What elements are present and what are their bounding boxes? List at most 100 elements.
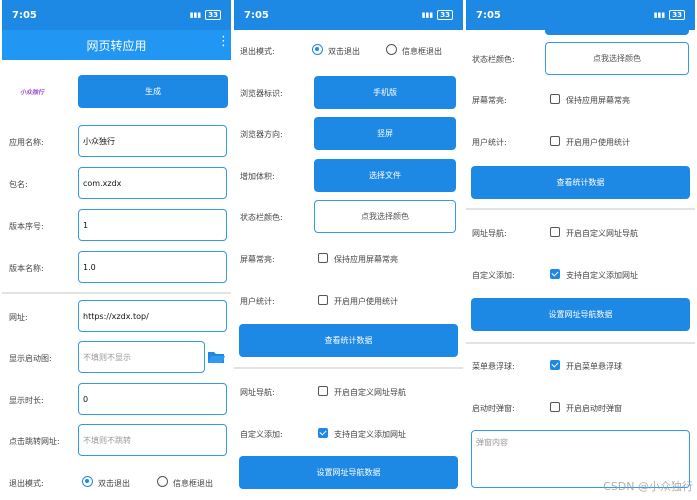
screen-on-label: 屏幕常亮: — [472, 96, 507, 105]
url-nav-text: 开启自定义网址导航 — [334, 388, 406, 397]
exit-mode-label: 退出模式: — [240, 47, 275, 56]
custom-add-label: 自定义添加: — [240, 430, 283, 439]
status-icons: ▮▮▮ 33 — [422, 10, 453, 20]
status-time: 7:05 — [244, 9, 269, 21]
startup-popup-text: 开启启动时弹窗 — [566, 404, 622, 413]
set-nav-data-button[interactable]: 设置网址导航数据 — [239, 456, 458, 489]
user-stats-text: 开启用户使用统计 — [566, 138, 630, 147]
version-name-label: 版本名称: — [9, 264, 44, 273]
orientation-label: 浏览器方向: — [240, 130, 283, 139]
status-bar: 7:05 ▮▮▮ 33 — [466, 0, 695, 30]
panel-2: 7:05 ▮▮▮ 33 退出模式: 双击退出 信息框退出 浏览器标识: 手机版 … — [234, 0, 463, 494]
status-bar: 7:05 ▮▮▮ 33 — [234, 0, 463, 30]
set-nav-data-button[interactable]: 设置网址导航数据 — [471, 298, 690, 331]
duration-label: 显示时长: — [9, 396, 44, 405]
splash-label: 显示启动图: — [9, 354, 52, 363]
signal-icon: ▮▮▮ — [421, 11, 434, 19]
folder-icon[interactable] — [207, 350, 225, 364]
duration-input[interactable]: 0 — [78, 383, 227, 415]
url-nav-text: 开启自定义网址导航 — [566, 229, 638, 238]
url-nav-checkbox[interactable] — [318, 386, 328, 396]
url-input[interactable]: https://xzdx.top/ — [78, 300, 227, 332]
click-url-input[interactable]: 不填则不跳转 — [78, 424, 227, 456]
watermark: CSDN @小众独行 — [603, 480, 693, 493]
status-bar: 7:05 ▮▮▮ 33 — [2, 0, 231, 30]
divider — [234, 367, 463, 369]
divider — [466, 208, 695, 210]
view-stats-button[interactable]: 查看统计数据 — [239, 324, 458, 357]
user-stats-label: 用户统计: — [472, 138, 507, 147]
screen-on-text: 保持应用屏幕常亮 — [334, 255, 398, 264]
user-agent-label: 浏览器标识: — [240, 89, 283, 98]
exit-double-click-text: 双击退出 — [98, 479, 130, 488]
package-input[interactable]: com.xzdx — [78, 167, 227, 199]
custom-add-text: 支持自定义添加网址 — [334, 430, 406, 439]
select-color-button[interactable]: 点我选择颜色 — [545, 42, 689, 75]
screen-on-label: 屏幕常亮: — [240, 255, 275, 264]
startup-popup-checkbox[interactable] — [550, 402, 560, 412]
screen-on-checkbox[interactable] — [550, 94, 560, 104]
battery-icon: 33 — [205, 10, 221, 20]
splash-input[interactable]: 不填则不显示 — [78, 341, 205, 373]
button-top-edge[interactable] — [545, 27, 689, 35]
select-color-button[interactable]: 点我选择颜色 — [314, 200, 456, 233]
user-stats-text: 开启用户使用统计 — [334, 297, 398, 306]
view-stats-button[interactable]: 查看统计数据 — [471, 166, 690, 199]
custom-add-checkbox[interactable] — [318, 428, 328, 438]
panel-1: 7:05 ▮▮▮ 33 网页转应用 ⋮ 小众独行 生成 应用名称: 小众独行 包… — [2, 0, 231, 494]
custom-add-text: 支持自定义添加网址 — [566, 271, 638, 280]
select-file-button[interactable]: 选择文件 — [314, 159, 456, 192]
user-stats-label: 用户统计: — [240, 297, 275, 306]
float-ball-checkbox[interactable] — [550, 360, 560, 370]
user-stats-checkbox[interactable] — [318, 295, 328, 305]
exit-dialog-radio[interactable] — [386, 44, 397, 55]
more-menu-icon[interactable]: ⋮ — [217, 35, 230, 48]
add-size-label: 增加体积: — [240, 172, 275, 181]
float-ball-text: 开启菜单悬浮球 — [566, 362, 622, 371]
startup-popup-label: 启动时弹窗: — [472, 404, 515, 413]
signal-icon: ▮▮▮ — [189, 11, 202, 19]
battery-icon: 33 — [437, 10, 453, 20]
divider — [2, 292, 231, 294]
screen-on-text: 保持应用屏幕常亮 — [566, 96, 630, 105]
url-nav-checkbox[interactable] — [550, 227, 560, 237]
status-icons: ▮▮▮ 33 — [190, 10, 221, 20]
status-time: 7:05 — [476, 9, 501, 21]
url-nav-label: 网址导航: — [240, 388, 275, 397]
user-agent-button[interactable]: 手机版 — [314, 76, 456, 109]
version-name-input[interactable]: 1.0 — [78, 251, 227, 283]
custom-add-checkbox[interactable] — [550, 269, 560, 279]
package-label: 包名: — [9, 180, 28, 189]
status-color-label: 状态栏颜色: — [472, 55, 515, 64]
panel-3: 7:05 ▮▮▮ 33 状态栏颜色: 点我选择颜色 屏幕常亮: 保持应用屏幕常亮… — [466, 0, 695, 494]
custom-add-label: 自定义添加: — [472, 271, 515, 280]
orientation-button[interactable]: 竖屏 — [314, 117, 456, 150]
exit-dialog-radio[interactable] — [157, 476, 168, 487]
exit-double-click-text: 双击退出 — [328, 47, 360, 56]
exit-mode-label: 退出模式: — [9, 479, 44, 488]
app-name-input[interactable]: 小众独行 — [78, 125, 227, 157]
status-color-label: 状态栏颜色: — [240, 213, 283, 222]
signal-icon: ▮▮▮ — [653, 11, 666, 19]
exit-double-click-radio[interactable] — [312, 44, 323, 55]
user-stats-checkbox[interactable] — [550, 136, 560, 146]
float-ball-label: 菜单悬浮球: — [472, 362, 515, 371]
version-code-label: 版本序号: — [9, 222, 44, 231]
screen-on-checkbox[interactable] — [318, 253, 328, 263]
battery-icon: 33 — [669, 10, 685, 20]
status-icons: ▮▮▮ 33 — [654, 10, 685, 20]
app-logo: 小众独行 — [20, 89, 45, 96]
divider — [466, 342, 695, 344]
click-url-label: 点击跳转网址: — [9, 437, 60, 446]
exit-dialog-text: 信息框退出 — [402, 47, 442, 56]
app-name-label: 应用名称: — [9, 138, 44, 147]
exit-dialog-text: 信息框退出 — [173, 479, 213, 488]
page-title: 网页转应用 — [86, 38, 147, 53]
generate-button[interactable]: 生成 — [78, 75, 228, 108]
app-bar: 网页转应用 ⋮ — [2, 30, 231, 60]
status-time: 7:05 — [12, 9, 37, 21]
exit-double-click-radio[interactable] — [82, 476, 93, 487]
version-code-input[interactable]: 1 — [78, 209, 227, 241]
url-nav-label: 网址导航: — [472, 229, 507, 238]
url-label: 网址: — [9, 313, 28, 322]
